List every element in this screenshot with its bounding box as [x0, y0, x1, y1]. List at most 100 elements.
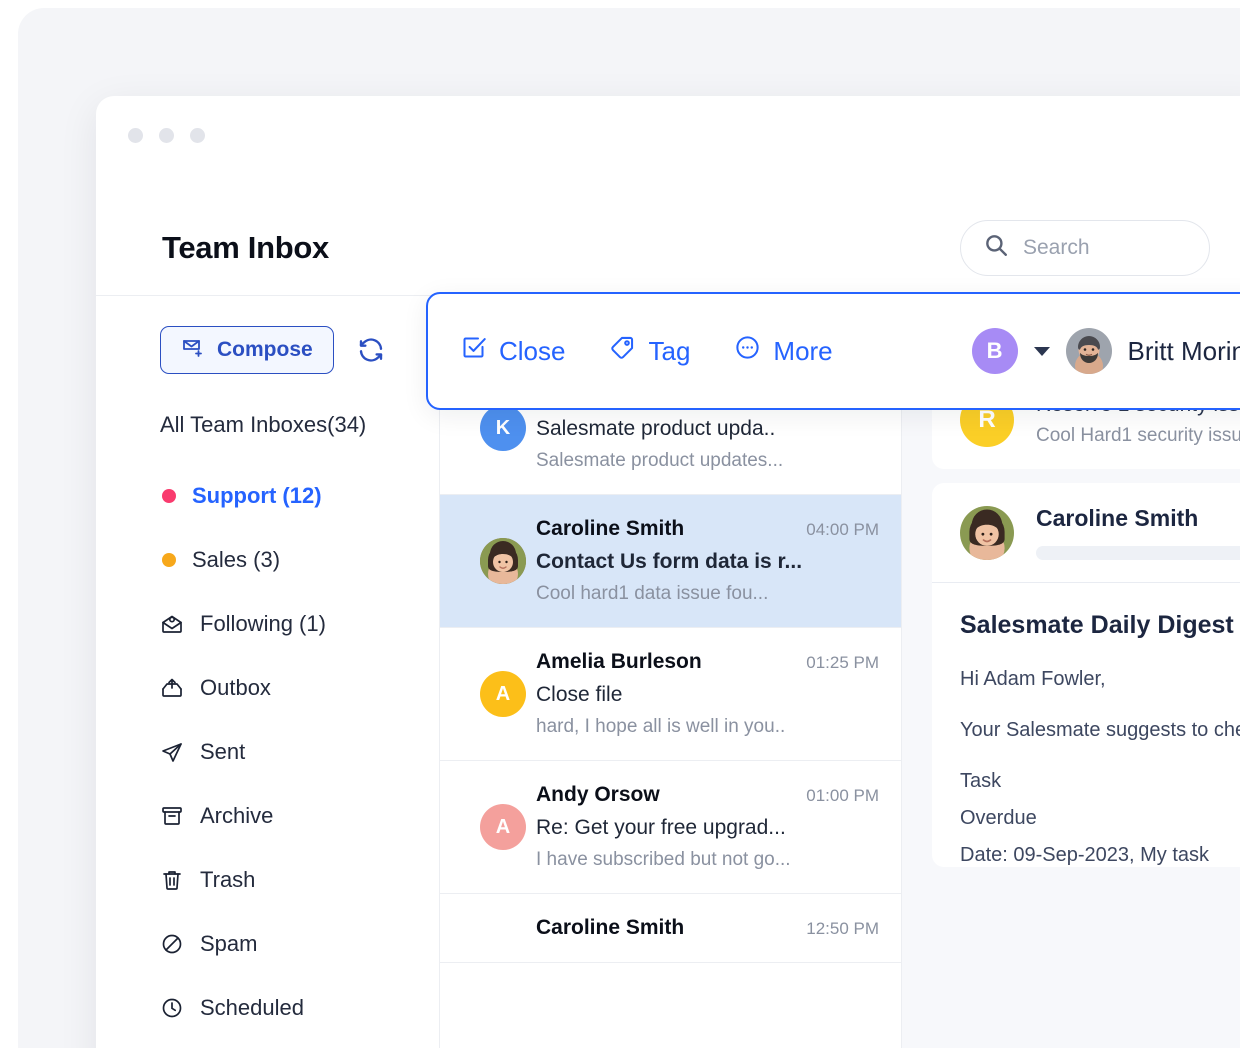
avatar-photo [960, 505, 1014, 560]
message-body: Caroline Smith 12:50 PM [536, 916, 879, 940]
message-preview: I have subscribed but not go... [536, 849, 791, 870]
sidebar-item-scheduled[interactable]: Scheduled [96, 976, 439, 1040]
avatar-photo [480, 538, 526, 584]
message-time: 01:00 PM [806, 786, 879, 805]
message-sender: Amelia Burleson [536, 650, 702, 673]
toolbar-right-group: B Britt Morin [971, 328, 1240, 374]
message-header: Caroline Smith 04:00 PM [536, 517, 879, 541]
message-list-item[interactable]: Caroline Smith 12:50 PM [440, 894, 901, 963]
support-bullet-icon [162, 489, 176, 503]
sidebar-item-label: Following (1) [200, 611, 326, 636]
sidebar-item-spam[interactable]: Spam [96, 912, 439, 976]
message-preview: Salesmate product updates... [536, 450, 784, 471]
sidebar-item-support[interactable]: Support (12) [96, 464, 439, 528]
message-detail-card: Caroline Smith Salesmate Daily Digest Hi… [932, 483, 1240, 867]
sidebar-item-label: Scheduled [200, 995, 304, 1020]
screenshot-stage: Team Inbox Search Compose All Team Inbox… [0, 0, 1240, 1048]
message-sender: Caroline Smith [536, 916, 685, 939]
message-body: Andy Orsow 01:00 PM Re: Get your free up… [536, 783, 879, 871]
tag-button[interactable]: Tag [609, 334, 690, 368]
window-controls [128, 128, 205, 143]
user-name: Britt Morin [1127, 335, 1240, 366]
message-list-item[interactable]: A Andy Orsow 01:00 PM Re: Get your free … [440, 761, 901, 894]
message-subject: Salesmate product upda.. [536, 417, 776, 440]
sidebar-item-trash[interactable]: Trash [96, 848, 439, 912]
window-minimize-dot[interactable] [159, 128, 174, 143]
more-button-label: More [773, 335, 833, 366]
avatar [480, 538, 526, 584]
outbox-icon [160, 676, 184, 700]
sidebar-nav: Support (12) Sales (3) Following (1) Out… [96, 464, 439, 1040]
compose-button-label: Compose [217, 338, 313, 361]
message-time: 04:00 PM [806, 520, 879, 539]
notice-preview: Cool Hard1 security issue found on yo [1036, 425, 1240, 446]
search-icon [983, 232, 1009, 263]
sent-icon [160, 740, 184, 764]
tag-icon [609, 334, 636, 368]
message-sender: Andy Orsow [536, 783, 660, 806]
digest-date: Date: 09-Sep-2023, My task [960, 844, 1210, 866]
chevron-down-icon[interactable] [1033, 346, 1050, 356]
assignee-avatar[interactable]: B [971, 328, 1018, 374]
digest-heading: Salesmate Daily Digest [960, 611, 1234, 639]
message-list-item[interactable]: A Amelia Burleson 01:25 PM Close file ha… [440, 628, 901, 761]
avatar: A [480, 804, 526, 850]
avatar [1065, 328, 1112, 374]
message-list-item[interactable]: Caroline Smith 04:00 PM Contact Us form … [440, 495, 901, 628]
clock-icon [160, 996, 184, 1020]
compose-mail-icon [181, 335, 205, 365]
sender-info: Caroline Smith [1036, 505, 1240, 560]
message-time: 01:25 PM [806, 653, 879, 672]
avatar: A [480, 671, 526, 717]
spam-icon [160, 932, 184, 956]
digest-status: Overdue [960, 807, 1037, 829]
compose-row: Compose [96, 326, 439, 374]
sidebar-item-label: Sales (3) [192, 547, 281, 572]
close-button[interactable]: Close [460, 334, 565, 368]
sidebar-item-outbox[interactable]: Outbox [96, 656, 439, 720]
sidebar-item-archive[interactable]: Archive [96, 784, 439, 848]
sender-meta-placeholder [1036, 546, 1240, 560]
sidebar: Compose All Team Inboxes(34) Support (12… [96, 296, 440, 1048]
message-header: Amelia Burleson 01:25 PM [536, 650, 879, 674]
assignee-initial: B [986, 338, 1003, 363]
app-header: Team Inbox Search [96, 200, 1240, 296]
digest-task-label: Task [960, 770, 1002, 792]
sidebar-item-label: Outbox [200, 675, 271, 700]
avatar-initial: K [495, 416, 511, 439]
sidebar-item-following[interactable]: Following (1) [96, 592, 439, 656]
sidebar-item-label: Archive [200, 803, 274, 828]
user-chip[interactable]: Britt Morin [1065, 328, 1240, 374]
action-toolbar: Close Tag More B Britt Morin [426, 292, 1240, 410]
search-placeholder: Search [1023, 235, 1090, 259]
sidebar-item-label: Spam [200, 931, 258, 956]
sidebar-item-label: Trash [200, 867, 256, 892]
page-title: Team Inbox [162, 229, 329, 265]
sales-bullet-icon [162, 553, 176, 567]
window-maximize-dot[interactable] [190, 128, 205, 143]
compose-button[interactable]: Compose [160, 326, 334, 374]
message-body: Amelia Burleson 01:25 PM Close file hard… [536, 650, 879, 738]
more-button[interactable]: More [734, 334, 833, 368]
sidebar-item-sent[interactable]: Sent [96, 720, 439, 784]
search-input[interactable]: Search [960, 219, 1210, 276]
digest-greeting: Hi Adam Fowler, [960, 668, 1106, 690]
archive-icon [160, 804, 184, 828]
refresh-button[interactable] [356, 335, 386, 365]
sender-name: Caroline Smith [1036, 505, 1199, 531]
close-button-label: Close [499, 335, 566, 366]
sidebar-item-label: Sent [200, 739, 246, 764]
avatar-initial: R [978, 406, 996, 433]
digest-intro: Your Salesmate suggests to check these o… [960, 719, 1240, 741]
message-header: Andy Orsow 01:00 PM [536, 783, 879, 807]
sidebar-item-sales[interactable]: Sales (3) [96, 528, 439, 592]
message-subject: Close file [536, 683, 623, 706]
avatar-initial: A [495, 682, 511, 705]
window-close-dot[interactable] [128, 128, 143, 143]
all-team-inboxes-label[interactable]: All Team Inboxes(34) [96, 374, 439, 438]
message-sender: Caroline Smith [536, 517, 685, 540]
trash-icon [160, 868, 184, 892]
message-subject: Contact Us form data is r... [536, 550, 803, 573]
following-icon [160, 612, 184, 636]
avatar: K [480, 405, 526, 451]
